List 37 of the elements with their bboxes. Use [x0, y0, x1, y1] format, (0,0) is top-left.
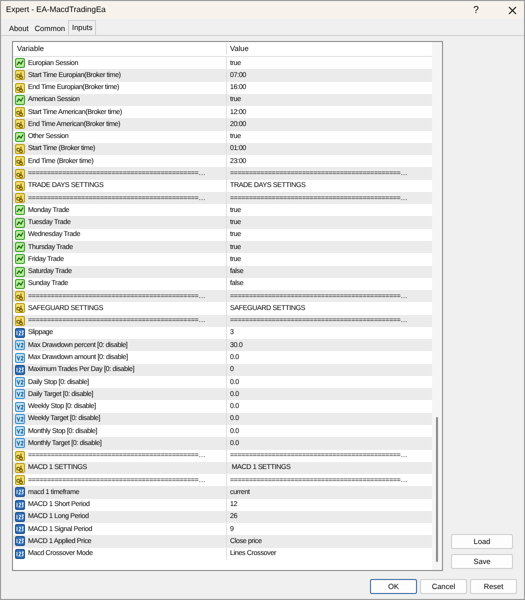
text-type-icon: [15, 450, 25, 461]
window-title: Expert - EA-MacdTradingEa: [6, 4, 107, 16]
text-type-icon: [15, 119, 25, 130]
text-type-icon: [15, 303, 25, 314]
text-type-icon: [15, 291, 25, 302]
decimal-type-icon: [15, 340, 25, 350]
scrollbar[interactable]: [432, 42, 442, 570]
chart-line-icon: [15, 266, 25, 277]
chart-line-icon: [15, 94, 25, 105]
text-type-icon: [15, 107, 25, 118]
text-type-icon: [15, 316, 25, 326]
text-type-icon: [15, 180, 25, 191]
decimal-type-icon: [15, 426, 25, 436]
text-type-icon: [15, 168, 25, 179]
chart-line-icon: [15, 132, 25, 142]
decimal-type-icon: [15, 402, 25, 412]
chart-line-icon: [15, 58, 25, 68]
text-type-icon: [15, 193, 25, 204]
text-type-icon: [15, 82, 25, 93]
decimal-type-icon: [15, 389, 25, 400]
chart-line-icon: [15, 254, 25, 264]
decimal-type-icon: [15, 438, 25, 448]
chart-line-icon: [15, 218, 25, 228]
decimal-type-icon: [15, 414, 25, 424]
text-type-icon: [15, 462, 25, 473]
text-type-icon: [15, 144, 25, 154]
close-icon[interactable]: [508, 6, 517, 14]
chart-line-icon: [15, 230, 25, 240]
chart-line-icon: [15, 278, 25, 289]
text-type-icon: [15, 156, 25, 166]
chart-line-icon: [15, 242, 25, 252]
chart-line-icon: [15, 205, 25, 216]
text-type-icon: [15, 475, 25, 486]
decimal-type-icon: [15, 352, 25, 362]
help-button[interactable]: ?: [466, 2, 486, 18]
text-type-icon: [15, 70, 25, 80]
decimal-type-icon: [15, 377, 25, 388]
